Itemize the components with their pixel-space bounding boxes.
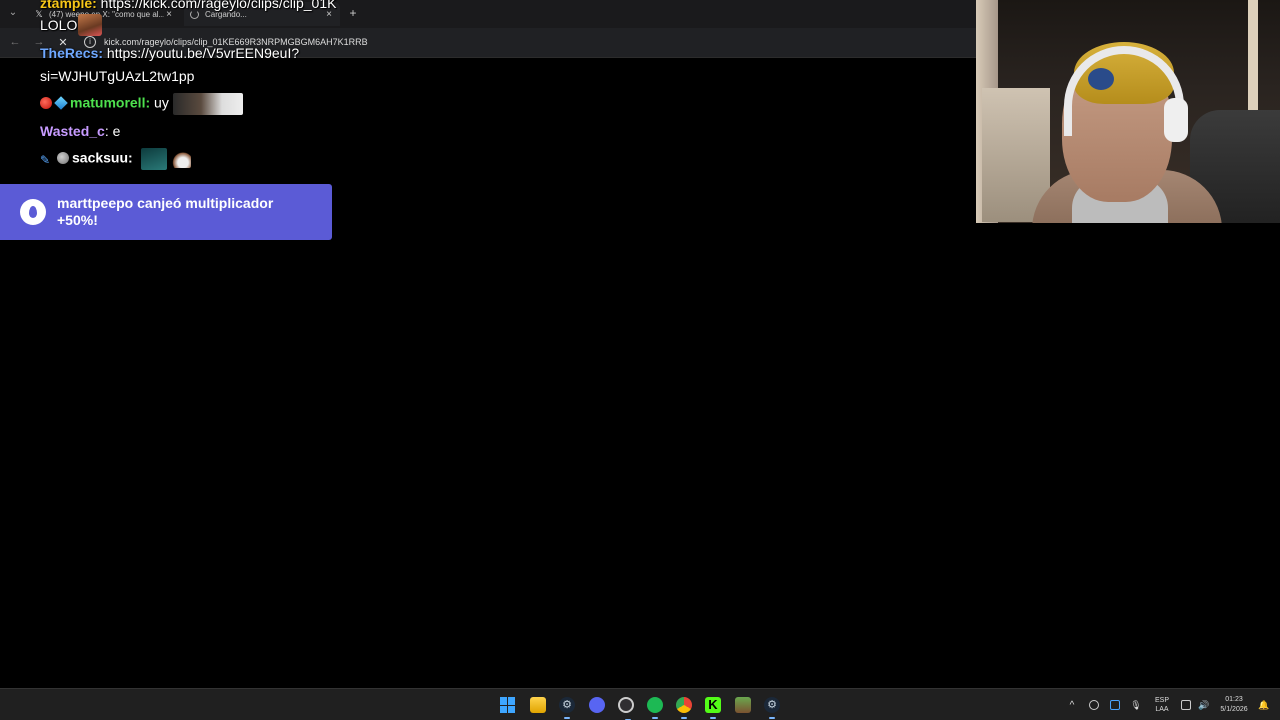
chat-message: TheRecs: https://youtu.be/V5vrEEN9euI? xyxy=(40,44,299,62)
keyboard-layout: LAA xyxy=(1155,706,1169,713)
chat-emote xyxy=(140,148,167,170)
chat-text: si=WJHUTgUAzL2tw1pp xyxy=(40,68,195,84)
spotify-icon[interactable] xyxy=(647,697,663,719)
notification-bell-icon[interactable]: 🔔 xyxy=(1256,689,1272,720)
obs-icon[interactable] xyxy=(618,697,634,720)
tray-overflow-chevron-icon[interactable]: ^ xyxy=(1064,689,1080,720)
chat-text: uy xyxy=(150,94,169,111)
webcam-feed xyxy=(976,0,1280,223)
chat-message: ✎ sacksuu: xyxy=(40,148,191,170)
chat-message: Wasted_c: e xyxy=(40,122,120,140)
chat-text: https://kick.com/rageylo/clips/clip_01K xyxy=(96,0,337,11)
windows-start-icon[interactable] xyxy=(500,697,516,713)
chat-username: TheRecs xyxy=(40,45,99,61)
windows-taskbar: ⚙ K ⚙ ^ 🎙 ESP LAA 🔊 01:23 5/1/2026 🔔 xyxy=(0,688,1280,720)
chat-message-continuation: LOLO xyxy=(40,16,77,34)
language-code: ESP xyxy=(1154,697,1169,704)
chat-emote xyxy=(170,150,191,168)
webcam-headphones xyxy=(1164,98,1188,142)
red-badge-icon xyxy=(40,96,52,109)
gray-badge-icon xyxy=(57,151,69,164)
chat-text: e xyxy=(108,123,121,139)
network-icon[interactable] xyxy=(1178,689,1194,720)
redemption-text: marttpeepo canjeó multiplicador +50%! xyxy=(57,195,274,228)
monitor-icon xyxy=(1181,700,1191,710)
chat-separator: : xyxy=(128,149,133,166)
chat-emote xyxy=(172,93,243,115)
file-explorer-icon[interactable] xyxy=(530,697,546,713)
chat-username: Wasted_c xyxy=(40,123,105,139)
clock-time: 01:23 xyxy=(1225,696,1243,703)
chat-message: ztample: https://kick.com/rageylo/clips/… xyxy=(40,0,336,12)
chat-message: matumorell: uy xyxy=(40,93,243,115)
microphone-icon[interactable]: 🎙 xyxy=(1128,689,1144,720)
shield-icon xyxy=(1110,700,1120,710)
chat-username: sacksuu xyxy=(72,149,129,166)
redemption-alert: marttpeepo canjeó multiplicador +50%! xyxy=(0,184,332,240)
input-language[interactable]: ESP LAA xyxy=(1150,689,1174,720)
sync-icon xyxy=(1089,700,1099,710)
chat-username: ztample xyxy=(40,0,93,11)
chat-text: LOLO xyxy=(40,17,78,33)
sword-badge-icon: ✎ xyxy=(40,152,51,167)
chat-text: https://youtu.be/V5vrEEN9euI? xyxy=(103,45,300,61)
steam-icon[interactable]: ⚙ xyxy=(559,697,575,719)
tray-security-icon[interactable] xyxy=(1107,689,1123,720)
cube-badge-icon xyxy=(54,95,68,110)
system-clock[interactable]: 01:23 5/1/2026 xyxy=(1212,689,1256,720)
flame-icon xyxy=(20,199,46,225)
chat-message-continuation: si=WJHUTgUAzL2tw1pp xyxy=(40,67,194,85)
clock-date: 5/1/2026 xyxy=(1220,706,1248,713)
tray-sync-icon[interactable] xyxy=(1086,689,1102,720)
chrome-icon[interactable] xyxy=(676,697,692,719)
discord-icon[interactable] xyxy=(589,697,605,713)
chat-overlay: ztample: https://kick.com/rageylo/clips/… xyxy=(0,0,560,180)
minecraft-icon[interactable] xyxy=(735,697,751,713)
kick-icon[interactable]: K xyxy=(705,697,721,719)
speaker-icon[interactable]: 🔊 xyxy=(1196,689,1212,720)
stream-screen: ⌄ 𝕏 (47) weeno en X: "como que al... × C… xyxy=(0,0,1280,720)
chat-emote xyxy=(78,14,102,36)
chat-username: matumorell xyxy=(70,94,146,111)
steam-icon[interactable]: ⚙ xyxy=(764,697,780,719)
